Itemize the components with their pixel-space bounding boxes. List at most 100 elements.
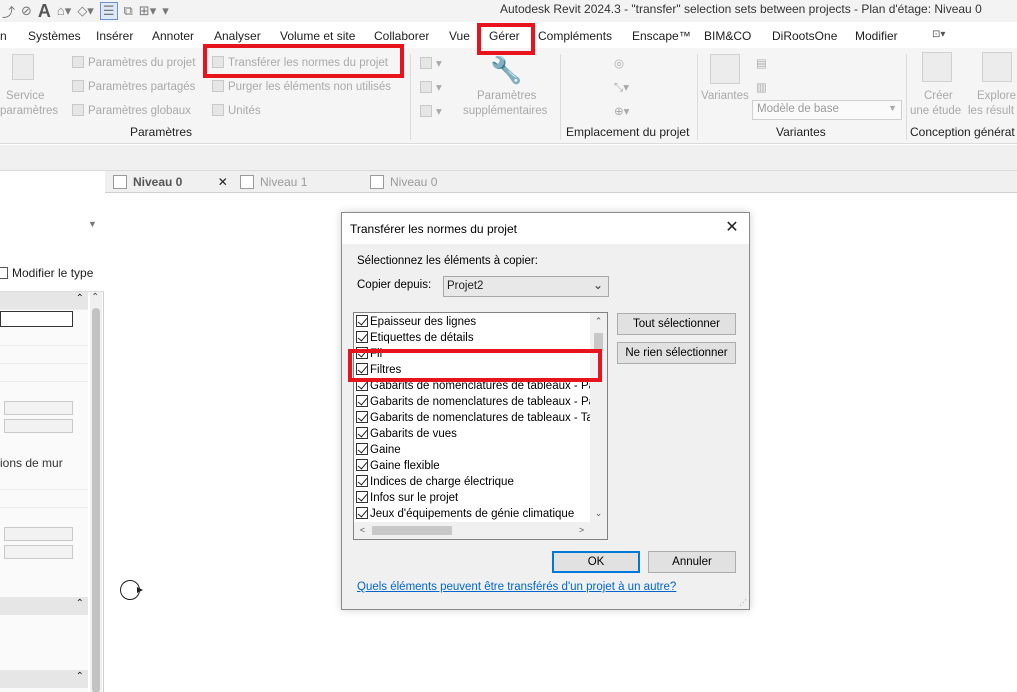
scroll-right-icon[interactable]: > — [573, 522, 590, 539]
checkbox-checked[interactable] — [356, 475, 368, 487]
type-selector[interactable]: ▼ Modifier le type — [0, 171, 104, 292]
project-params-button[interactable]: Paramètres du projet — [72, 56, 195, 69]
scrollbar-thumb[interactable] — [92, 308, 100, 692]
location-icon[interactable]: ◎ — [614, 56, 624, 70]
checkbox-checked[interactable] — [356, 315, 368, 327]
tab-collaborer[interactable]: Collaborer — [374, 29, 429, 43]
checkbox-checked[interactable] — [356, 491, 368, 503]
view-tab-niveau-0[interactable]: Niveau 0 ✕ — [113, 171, 228, 193]
variant-edit-icon[interactable]: ▥ — [756, 80, 767, 94]
tab-edge[interactable]: n — [0, 29, 7, 43]
tab-systemes[interactable]: Systèmes — [28, 29, 81, 43]
styles-dropdown-1[interactable]: ▾ — [420, 56, 442, 70]
chevron-down-icon[interactable]: ▼ — [88, 219, 97, 229]
list-item[interactable]: Epaisseur des lignes — [356, 314, 590, 330]
scroll-up-icon[interactable]: ⌃ — [590, 313, 607, 330]
copy-from-select[interactable]: Projet2 ⌄ — [443, 276, 609, 297]
tab-bimco[interactable]: BIM&CO — [704, 29, 751, 43]
select-all-button[interactable]: Tout sélectionner — [617, 313, 736, 335]
thin-lines-icon[interactable]: ☰ — [99, 2, 118, 20]
edit-type-button[interactable]: Modifier le type — [0, 266, 93, 280]
text-icon[interactable]: A — [38, 1, 51, 22]
scroll-down-icon[interactable]: ⌄ — [590, 505, 607, 522]
view-tab-niveau-1[interactable]: Niveau 1 — [240, 171, 307, 193]
list-item[interactable]: Jeux d'équipements de génie climatique — [356, 506, 590, 522]
styles-dropdown-2[interactable]: ▾ — [420, 80, 442, 94]
list-item[interactable]: Indices de charge électrique — [356, 474, 590, 490]
tab-analyser[interactable]: Analyser — [214, 29, 261, 43]
cancel-button[interactable]: Annuler — [648, 551, 736, 573]
switch-windows-icon[interactable]: ⧉ — [124, 3, 133, 19]
select-none-button[interactable]: Ne rien sélectionner — [617, 342, 736, 364]
properties-section[interactable]: ⌃ — [0, 292, 88, 310]
collapse-icon[interactable]: ⌃ — [76, 293, 84, 304]
checkbox-checked[interactable] — [356, 443, 368, 455]
coordinates-icon[interactable]: ⤡▾ — [614, 80, 629, 95]
list-item[interactable]: Gaine flexible — [356, 458, 590, 474]
purge-unused-button[interactable]: Purger les éléments non utilisés — [212, 80, 391, 93]
list-item[interactable]: Infos sur le projet — [356, 490, 590, 506]
list-item[interactable]: Etiquettes de détails — [356, 330, 590, 346]
items-listbox[interactable]: Epaisseur des lignes Etiquettes de détai… — [353, 312, 608, 540]
tab-dirootsone[interactable]: DiRootsOne — [772, 29, 837, 43]
position-icon[interactable]: ⊕▾ — [614, 104, 629, 118]
shared-params-button[interactable]: Paramètres partagés — [72, 80, 195, 93]
base-model-select[interactable]: Modèle de base ▼ — [752, 100, 902, 120]
property-value-field[interactable] — [4, 419, 73, 433]
property-value-field[interactable] — [0, 311, 73, 327]
checkbox-checked[interactable] — [356, 411, 368, 423]
properties-section[interactable]: ⌃ — [0, 670, 88, 688]
arrow-icon[interactable]: ⤴ — [2, 2, 15, 21]
tab-inserer[interactable]: Insérer — [96, 29, 133, 43]
list-horizontal-scrollbar[interactable]: < > — [354, 522, 607, 539]
list-item[interactable]: Gaine — [356, 442, 590, 458]
additional-params-label-1[interactable]: Paramètres — [477, 90, 536, 102]
property-value-field[interactable] — [4, 527, 73, 541]
list-item[interactable]: Gabarits de vues — [356, 426, 590, 442]
collapse-icon[interactable]: ⌃ — [76, 671, 84, 682]
additional-params-label-2[interactable]: supplémentaires — [463, 105, 547, 117]
explore-results-label-1[interactable]: Explore — [977, 90, 1016, 102]
checkbox-checked[interactable] — [356, 395, 368, 407]
tab-modifier[interactable]: Modifier — [855, 29, 898, 43]
units-button[interactable]: Unités — [212, 104, 261, 117]
customize-qat-icon[interactable]: ▾ — [162, 3, 169, 19]
create-study-label-2[interactable]: une étude — [910, 105, 961, 117]
measure-icon[interactable]: ⊘ — [21, 3, 32, 19]
service-params-label-2[interactable]: paramètres — [0, 105, 58, 117]
scrollbar-thumb[interactable] — [372, 526, 452, 535]
tab-volume-et-site[interactable]: Volume et site — [280, 29, 355, 43]
close-tab-icon[interactable]: ✕ — [218, 175, 228, 189]
service-params-label-1[interactable]: Service — [6, 90, 44, 102]
checkbox-checked[interactable] — [356, 331, 368, 343]
property-value-field[interactable] — [4, 401, 73, 415]
properties-section[interactable]: ⌃ — [0, 597, 88, 615]
variant-set-icon[interactable]: ▤ — [756, 56, 767, 70]
view-tab-niveau-0-alt[interactable]: Niveau 0 — [370, 171, 437, 193]
scroll-left-icon[interactable]: < — [354, 522, 371, 539]
list-vertical-scrollbar[interactable]: ⌃ ⌄ — [590, 313, 607, 522]
tab-vue[interactable]: Vue — [449, 29, 470, 43]
help-link[interactable]: Quels éléments peuvent être transférés d… — [357, 581, 676, 593]
checkbox-checked[interactable] — [356, 507, 368, 519]
resize-grip-icon[interactable]: ⋰ — [739, 598, 747, 607]
close-icon[interactable]: ✕ — [721, 217, 743, 239]
pin-icon[interactable]: ◇▾ — [77, 3, 94, 19]
property-value-field[interactable] — [4, 545, 73, 559]
window-icon[interactable]: ⊞▾ — [139, 3, 156, 19]
global-params-button[interactable]: Paramètres globaux — [72, 104, 191, 117]
styles-dropdown-3[interactable]: ▾ — [420, 104, 442, 118]
create-study-label-1[interactable]: Créer — [924, 90, 953, 102]
tab-enscape[interactable]: Enscape™ — [632, 29, 691, 43]
explore-results-label-2[interactable]: les résult — [968, 105, 1014, 117]
checkbox-checked[interactable] — [356, 427, 368, 439]
checkbox-checked[interactable] — [356, 459, 368, 471]
variants-button[interactable]: Variantes — [701, 90, 749, 102]
tab-annoter[interactable]: Annoter — [152, 29, 194, 43]
ok-button[interactable]: OK — [552, 551, 640, 573]
tab-complements[interactable]: Compléments — [538, 29, 612, 43]
ribbon-minimize-icon[interactable]: ⊡▾ — [932, 29, 945, 40]
scroll-up-icon[interactable]: ⌃ — [91, 292, 99, 303]
collapse-icon[interactable]: ⌃ — [76, 598, 84, 609]
properties-scrollbar[interactable]: ⌃ — [90, 292, 102, 692]
